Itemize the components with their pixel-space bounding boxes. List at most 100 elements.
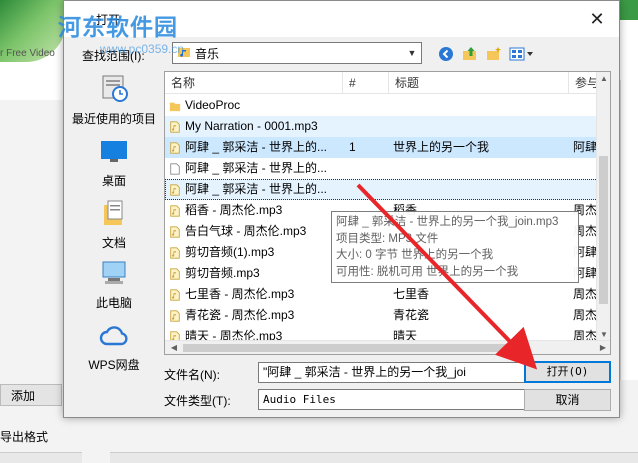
file-participant-cell: 周杰 — [573, 287, 598, 301]
horizontal-scroll-thumb[interactable] — [183, 344, 508, 352]
tooltip-availability: 可用性: 脱机可用 世界上的另一个我 — [336, 265, 519, 278]
new-folder-icon[interactable] — [484, 45, 504, 63]
file-row[interactable]: My Narration - 0001.mp3 — [165, 116, 598, 137]
file-row[interactable]: 阿肆 _ 郭采洁 - 世界上的... — [165, 179, 598, 200]
filename-label: 文件名(N): — [164, 368, 220, 382]
file-name: My Narration - 0001.mp3 — [185, 119, 318, 133]
tooltip-type: 项目类型: MP3 文件 — [336, 232, 439, 245]
place-computer-label: 此电脑 — [95, 296, 132, 310]
cloud-icon — [98, 326, 130, 352]
file-participant-cell: 阿肆 — [573, 140, 598, 154]
file-name: 剪切音频(1).mp3 — [185, 245, 275, 259]
file-participant-cell — [573, 116, 598, 137]
file-name: 剪切音频.mp3 — [185, 266, 260, 280]
file-name-cell: 青花瓷 - 周杰伦.mp3 — [169, 305, 339, 326]
background-statusbar — [110, 452, 638, 463]
file-icon — [170, 162, 180, 175]
file-list-header: 名称 # 标题 参与 — [165, 72, 610, 94]
filetype-value: Audio Files — [263, 393, 336, 406]
scroll-left-icon[interactable]: ◀ — [167, 341, 181, 354]
watermark-url: www.pc0359.cn — [100, 42, 185, 56]
audio-file-icon — [170, 267, 180, 280]
file-name-cell: 剪切音频.mp3 — [169, 263, 339, 284]
desktop-icon — [99, 141, 129, 168]
folder-icon — [169, 102, 181, 111]
file-row[interactable]: 阿肆 _ 郭采洁 - 世界上的... — [165, 158, 598, 179]
file-title-cell — [393, 116, 569, 137]
file-number-cell: 1 — [349, 140, 356, 154]
scroll-up-icon[interactable]: ▲ — [597, 72, 610, 86]
place-desktop-label: 桌面 — [101, 174, 126, 188]
file-name-cell: 阿肆 _ 郭采洁 - 世界上的... — [169, 158, 339, 179]
file-title-cell — [393, 179, 569, 200]
file-participant-cell — [573, 95, 598, 116]
file-row[interactable]: 七里香 - 周杰伦.mp3 七里香 周杰 — [165, 284, 598, 305]
add-button[interactable]: 添加 — [0, 384, 62, 406]
audio-file-icon — [170, 120, 180, 133]
place-recent[interactable]: 最近使用的项目 — [68, 73, 160, 127]
filetype-label: 文件类型(T): — [164, 394, 231, 408]
file-name-cell: 稻香 - 周杰伦.mp3 — [169, 200, 339, 221]
file-name-cell: 告白气球 - 周杰伦.mp3 — [169, 221, 339, 242]
file-name: 告白气球 - 周杰伦.mp3 — [185, 224, 307, 238]
place-desktop[interactable]: 桌面 — [68, 139, 160, 189]
place-documents[interactable]: 文档 — [68, 199, 160, 251]
file-row[interactable]: VideoProc — [165, 95, 598, 116]
up-folder-icon[interactable] — [460, 45, 480, 63]
open-button[interactable]: 打开(O) — [524, 361, 611, 383]
filetype-dropdown[interactable]: Audio Files ▼ — [258, 389, 563, 410]
place-wps-cloud[interactable]: WPS网盘 — [68, 323, 160, 373]
audio-file-icon — [170, 309, 180, 322]
file-participant-cell — [573, 158, 598, 179]
file-name-cell: 剪切音频(1).mp3 — [169, 242, 339, 263]
file-title-cell: 青花瓷 — [393, 308, 430, 322]
background-right-panel — [620, 80, 638, 380]
audio-file-icon — [170, 288, 180, 301]
close-icon[interactable]: ✕ — [585, 7, 609, 31]
watermark-logo: 河东软件园 — [58, 15, 178, 41]
column-header-number[interactable]: # — [343, 72, 389, 94]
file-name: 阿肆 _ 郭采洁 - 世界上的... — [185, 161, 328, 175]
recent-icon — [99, 75, 129, 106]
tooltip-size: 大小: 0 字节 世界上的另一个我 — [336, 249, 494, 261]
file-name: VideoProc — [185, 98, 241, 112]
back-icon[interactable] — [436, 45, 456, 63]
file-name: 七里香 - 周杰伦.mp3 — [185, 287, 295, 301]
look-in-dropdown[interactable]: 音乐 ▼ — [172, 42, 422, 64]
file-name: 稻香 - 周杰伦.mp3 — [185, 203, 283, 217]
place-recent-label: 最近使用的项目 — [71, 112, 156, 126]
file-row[interactable]: 青花瓷 - 周杰伦.mp3 青花瓷 周杰 — [165, 305, 598, 326]
view-menu-icon[interactable] — [508, 45, 536, 63]
file-name-cell: VideoProc — [169, 95, 339, 116]
column-header-name[interactable]: 名称 — [165, 72, 343, 94]
place-documents-label: 文档 — [101, 236, 126, 250]
file-number-cell — [349, 284, 389, 305]
horizontal-scrollbar[interactable]: ◀ ▶ — [165, 340, 610, 354]
cancel-button[interactable]: 取消 — [524, 389, 611, 411]
audio-file-icon — [170, 141, 180, 154]
file-name-cell: My Narration - 0001.mp3 — [169, 116, 339, 137]
column-header-title[interactable]: 标题 — [389, 72, 569, 94]
file-name: 阿肆 _ 郭采洁 - 世界上的... — [185, 140, 328, 154]
vertical-scroll-thumb[interactable] — [599, 156, 608, 304]
vertical-scrollbar[interactable]: ▲ ▼ — [596, 72, 610, 342]
place-wps-cloud-label: WPS网盘 — [88, 358, 140, 372]
export-format-label: 导出格式 — [0, 430, 49, 444]
file-participant-cell — [573, 179, 598, 200]
place-computer[interactable]: 此电脑 — [68, 259, 160, 311]
file-title-cell — [393, 95, 569, 116]
background-statusbar-left — [0, 452, 82, 463]
scroll-right-icon[interactable]: ▶ — [596, 341, 610, 354]
file-title-cell: 七里香 — [393, 287, 430, 301]
file-participant-cell: 周杰 — [573, 308, 598, 322]
file-number-cell — [349, 116, 389, 137]
documents-icon — [101, 200, 127, 230]
file-name-cell: 阿肆 _ 郭采洁 - 世界上的... — [169, 179, 339, 200]
file-name: 阿肆 _ 郭采洁 - 世界上的... — [185, 182, 328, 196]
background-sidebar-text: r Free Video — [0, 48, 55, 59]
file-name: 青花瓷 - 周杰伦.mp3 — [185, 308, 295, 322]
filename-input[interactable]: "阿肆 _ 郭采洁 - 世界上的另一个我_joi — [258, 362, 563, 383]
look-in-value: 音乐 — [195, 46, 220, 61]
audio-file-icon — [170, 225, 180, 238]
file-row[interactable]: 阿肆 _ 郭采洁 - 世界上的... 1 世界上的另一个我 阿肆 — [165, 137, 598, 158]
